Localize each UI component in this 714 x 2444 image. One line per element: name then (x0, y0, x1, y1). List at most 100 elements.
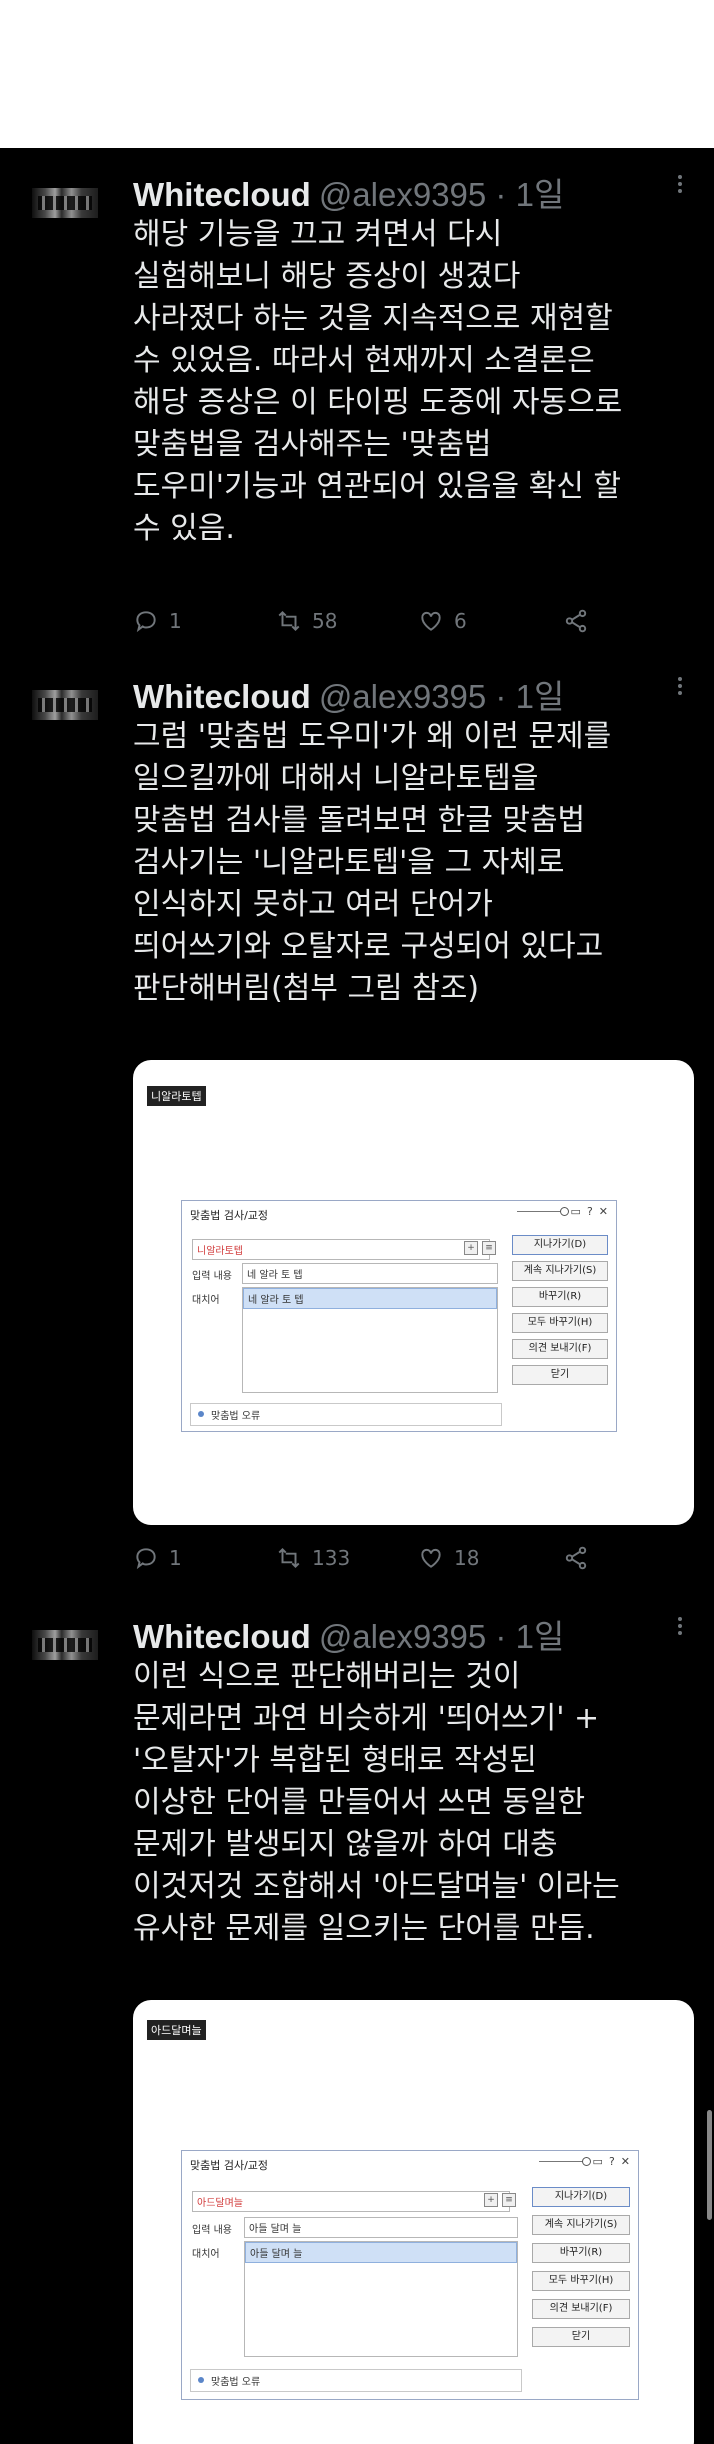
retweet-icon (278, 1547, 300, 1569)
handle-and-time[interactable]: @alex9395 · 1일 (319, 168, 565, 216)
reply-button[interactable]: 1 (133, 608, 182, 634)
retweet-button[interactable]: 58 (276, 608, 337, 634)
dialog-title: 맞춤법 검사/교정 (190, 1209, 269, 1222)
display-name[interactable]: Whitecloud (133, 678, 311, 716)
dialog-title: 맞춤법 검사/교정 (190, 2159, 269, 2172)
share-icon (565, 609, 587, 633)
share-button[interactable] (563, 608, 599, 634)
more-icon[interactable] (670, 674, 690, 702)
checked-word: 아드달며늘 (192, 2191, 510, 2212)
tweet-text-line: '오탈자'가 복합된 형태로 작성된 (133, 1743, 537, 1778)
avatar[interactable] (24, 174, 106, 230)
spell-check-dialog: 맞춤법 검사/교정 ▭ ? ✕ 아드달며늘 + ≡ 입력 내용 아들 달며 늘 … (181, 2150, 639, 2400)
tweet-header: Whitecloud @alex9395 · 1일 (133, 670, 564, 715)
close-button[interactable]: 닫기 (512, 1365, 608, 1385)
more-icon[interactable] (670, 172, 690, 200)
scrollbar[interactable] (707, 2110, 712, 2220)
send-feedback-button[interactable]: 의견 보내기(F) (512, 1339, 608, 1359)
replace-all-button[interactable]: 모두 바꾸기(H) (512, 1313, 608, 1333)
tweet-text-line: 수 있음. (133, 511, 235, 546)
help-icon[interactable]: ? (609, 2155, 615, 2168)
tweet-text-line: 인식하지 못하고 여러 단어가 (133, 887, 493, 922)
replace-option[interactable]: 네 알라 토 텝 (243, 1288, 497, 1309)
like-count: 18 (454, 1546, 480, 1570)
skip-all-button[interactable]: 계속 지나가기(S) (512, 1261, 608, 1281)
close-icon[interactable]: ✕ (621, 2155, 630, 2168)
reply-button[interactable]: 1 (133, 1545, 182, 1571)
like-button[interactable]: 6 (418, 608, 467, 634)
status-bar: 맞춤법 오류 (190, 2369, 522, 2392)
avatar[interactable] (24, 1616, 106, 1672)
zoom-slider[interactable] (516, 1207, 569, 1216)
tweet-text-line: 맞춤법을 검사해주는 '맞춤법 (133, 427, 492, 462)
tweet-text-line: 판단해버림(첨부 그림 참조) (133, 971, 480, 1006)
skip-button[interactable]: 지나가기(D) (512, 1235, 608, 1255)
input-field[interactable]: 아들 달며 늘 (244, 2217, 518, 2238)
add-word-icon[interactable]: + (464, 1241, 478, 1255)
reply-count: 1 (169, 609, 182, 633)
skip-button[interactable]: 지나가기(D) (532, 2187, 630, 2207)
zoom-slider[interactable] (538, 2157, 591, 2166)
help-icon[interactable]: ? (587, 1205, 593, 1218)
heart-icon (421, 611, 441, 631)
dictionary-icon[interactable]: ≡ (482, 1241, 496, 1255)
add-word-icon[interactable]: + (484, 2193, 498, 2207)
top-blank-area (0, 0, 714, 148)
status-bar: 맞춤법 오류 (190, 1403, 502, 1426)
tweet-text-line: 실험해보니 해당 증상이 생겼다 (133, 259, 521, 294)
skip-all-button[interactable]: 계속 지나가기(S) (532, 2215, 630, 2235)
close-icon[interactable]: ✕ (599, 1205, 608, 1218)
tweet-text-line: 검사기는 '니알라토텝'을 그 자체로 (133, 845, 565, 880)
tweet-text-line: 띄어쓰기와 오탈자로 구성되어 있다고 (133, 929, 604, 964)
tweet-text: 그럼 '맞춤법 도우미'가 왜 이런 문제를 일으킬까에 대해서 니알라토텝을 … (133, 716, 699, 1010)
attached-image[interactable]: 아드달며늘 맞춤법 검사/교정 ▭ ? ✕ 아드달며늘 + ≡ 입력 내용 아들… (133, 2000, 694, 2444)
handle-and-time[interactable]: @alex9395 · 1일 (319, 1610, 565, 1658)
tweet-text-line: 맞춤법 검사를 돌려보면 한글 맞춤법 (133, 803, 586, 838)
handle-and-time[interactable]: @alex9395 · 1일 (319, 670, 565, 718)
minimize-icon[interactable]: ▭ (593, 2155, 603, 2168)
replace-button[interactable]: 바꾸기(R) (532, 2243, 630, 2263)
spell-check-dialog: 맞춤법 검사/교정 ▭ ? ✕ 니알라토텝 + ≡ 입력 내용 네 알라 토 텝… (181, 1200, 617, 1432)
tweet-text-line: 이런 식으로 판단해버리는 것이 (133, 1659, 521, 1694)
replace-list[interactable]: 아들 달며 늘 (244, 2241, 518, 2357)
reply-icon (136, 611, 156, 633)
dictionary-icon[interactable]: ≡ (502, 2193, 516, 2207)
tweet-actions: 1 133 18 (133, 1545, 693, 1585)
display-name[interactable]: Whitecloud (133, 176, 311, 214)
send-feedback-button[interactable]: 의견 보내기(F) (532, 2299, 630, 2319)
tweet-text-line: 해당 기능을 끄고 켜면서 다시 (133, 217, 503, 252)
tweet-actions: 1 58 6 (133, 608, 693, 648)
replace-option[interactable]: 아들 달며 늘 (245, 2242, 517, 2263)
attached-image[interactable]: 니알라토텝 맞춤법 검사/교정 ▭ ? ✕ 니알라토텝 + ≡ 입력 내용 네 … (133, 1060, 694, 1525)
tweet-text-line: 이것저것 조합해서 '아드달며늘' 이라는 (133, 1869, 620, 1904)
more-icon[interactable] (670, 1614, 690, 1642)
checked-word: 니알라토텝 (192, 1239, 490, 1260)
tweet-text-line: 문제라면 과연 비슷하게 '띄어쓰기' + (133, 1701, 600, 1736)
dialog-controls: ▭ ? ✕ (538, 2155, 630, 2168)
close-button[interactable]: 닫기 (532, 2327, 630, 2347)
tweet-header: Whitecloud @alex9395 · 1일 (133, 1610, 564, 1655)
minimize-icon[interactable]: ▭ (571, 1205, 581, 1218)
like-count: 6 (454, 609, 467, 633)
replace-list[interactable]: 네 알라 토 텝 (242, 1287, 498, 1393)
retweet-button[interactable]: 133 (276, 1545, 350, 1571)
tweet-text-line: 그럼 '맞춤법 도우미'가 왜 이런 문제를 (133, 719, 612, 754)
tweet-text-line: 도우미'기능과 연관되어 있음을 확신 할 (133, 469, 621, 504)
tweet-text-line: 문제가 발생되지 않을까 하여 대충 (133, 1827, 558, 1862)
tweet-text-line: 수 있었음. 따라서 현재까지 소결론은 (133, 343, 595, 378)
retweet-count: 58 (312, 609, 338, 633)
like-button[interactable]: 18 (418, 1545, 479, 1571)
share-button[interactable] (563, 1545, 599, 1571)
retweet-count: 133 (312, 1546, 351, 1570)
replace-button[interactable]: 바꾸기(R) (512, 1287, 608, 1307)
input-field[interactable]: 네 알라 토 텝 (242, 1263, 498, 1284)
replace-label: 대치어 (192, 1295, 220, 1306)
share-icon (565, 1546, 587, 1570)
tweet-text-line: 유사한 문제를 일으키는 단어를 만듬. (133, 1911, 595, 1946)
avatar[interactable] (24, 676, 106, 732)
word-tag: 아드달며늘 (147, 2020, 206, 2040)
display-name[interactable]: Whitecloud (133, 1618, 311, 1656)
dialog-controls: ▭ ? ✕ (516, 1205, 608, 1218)
tweet-header: Whitecloud @alex9395 · 1일 (133, 168, 564, 213)
replace-all-button[interactable]: 모두 바꾸기(H) (532, 2271, 630, 2291)
